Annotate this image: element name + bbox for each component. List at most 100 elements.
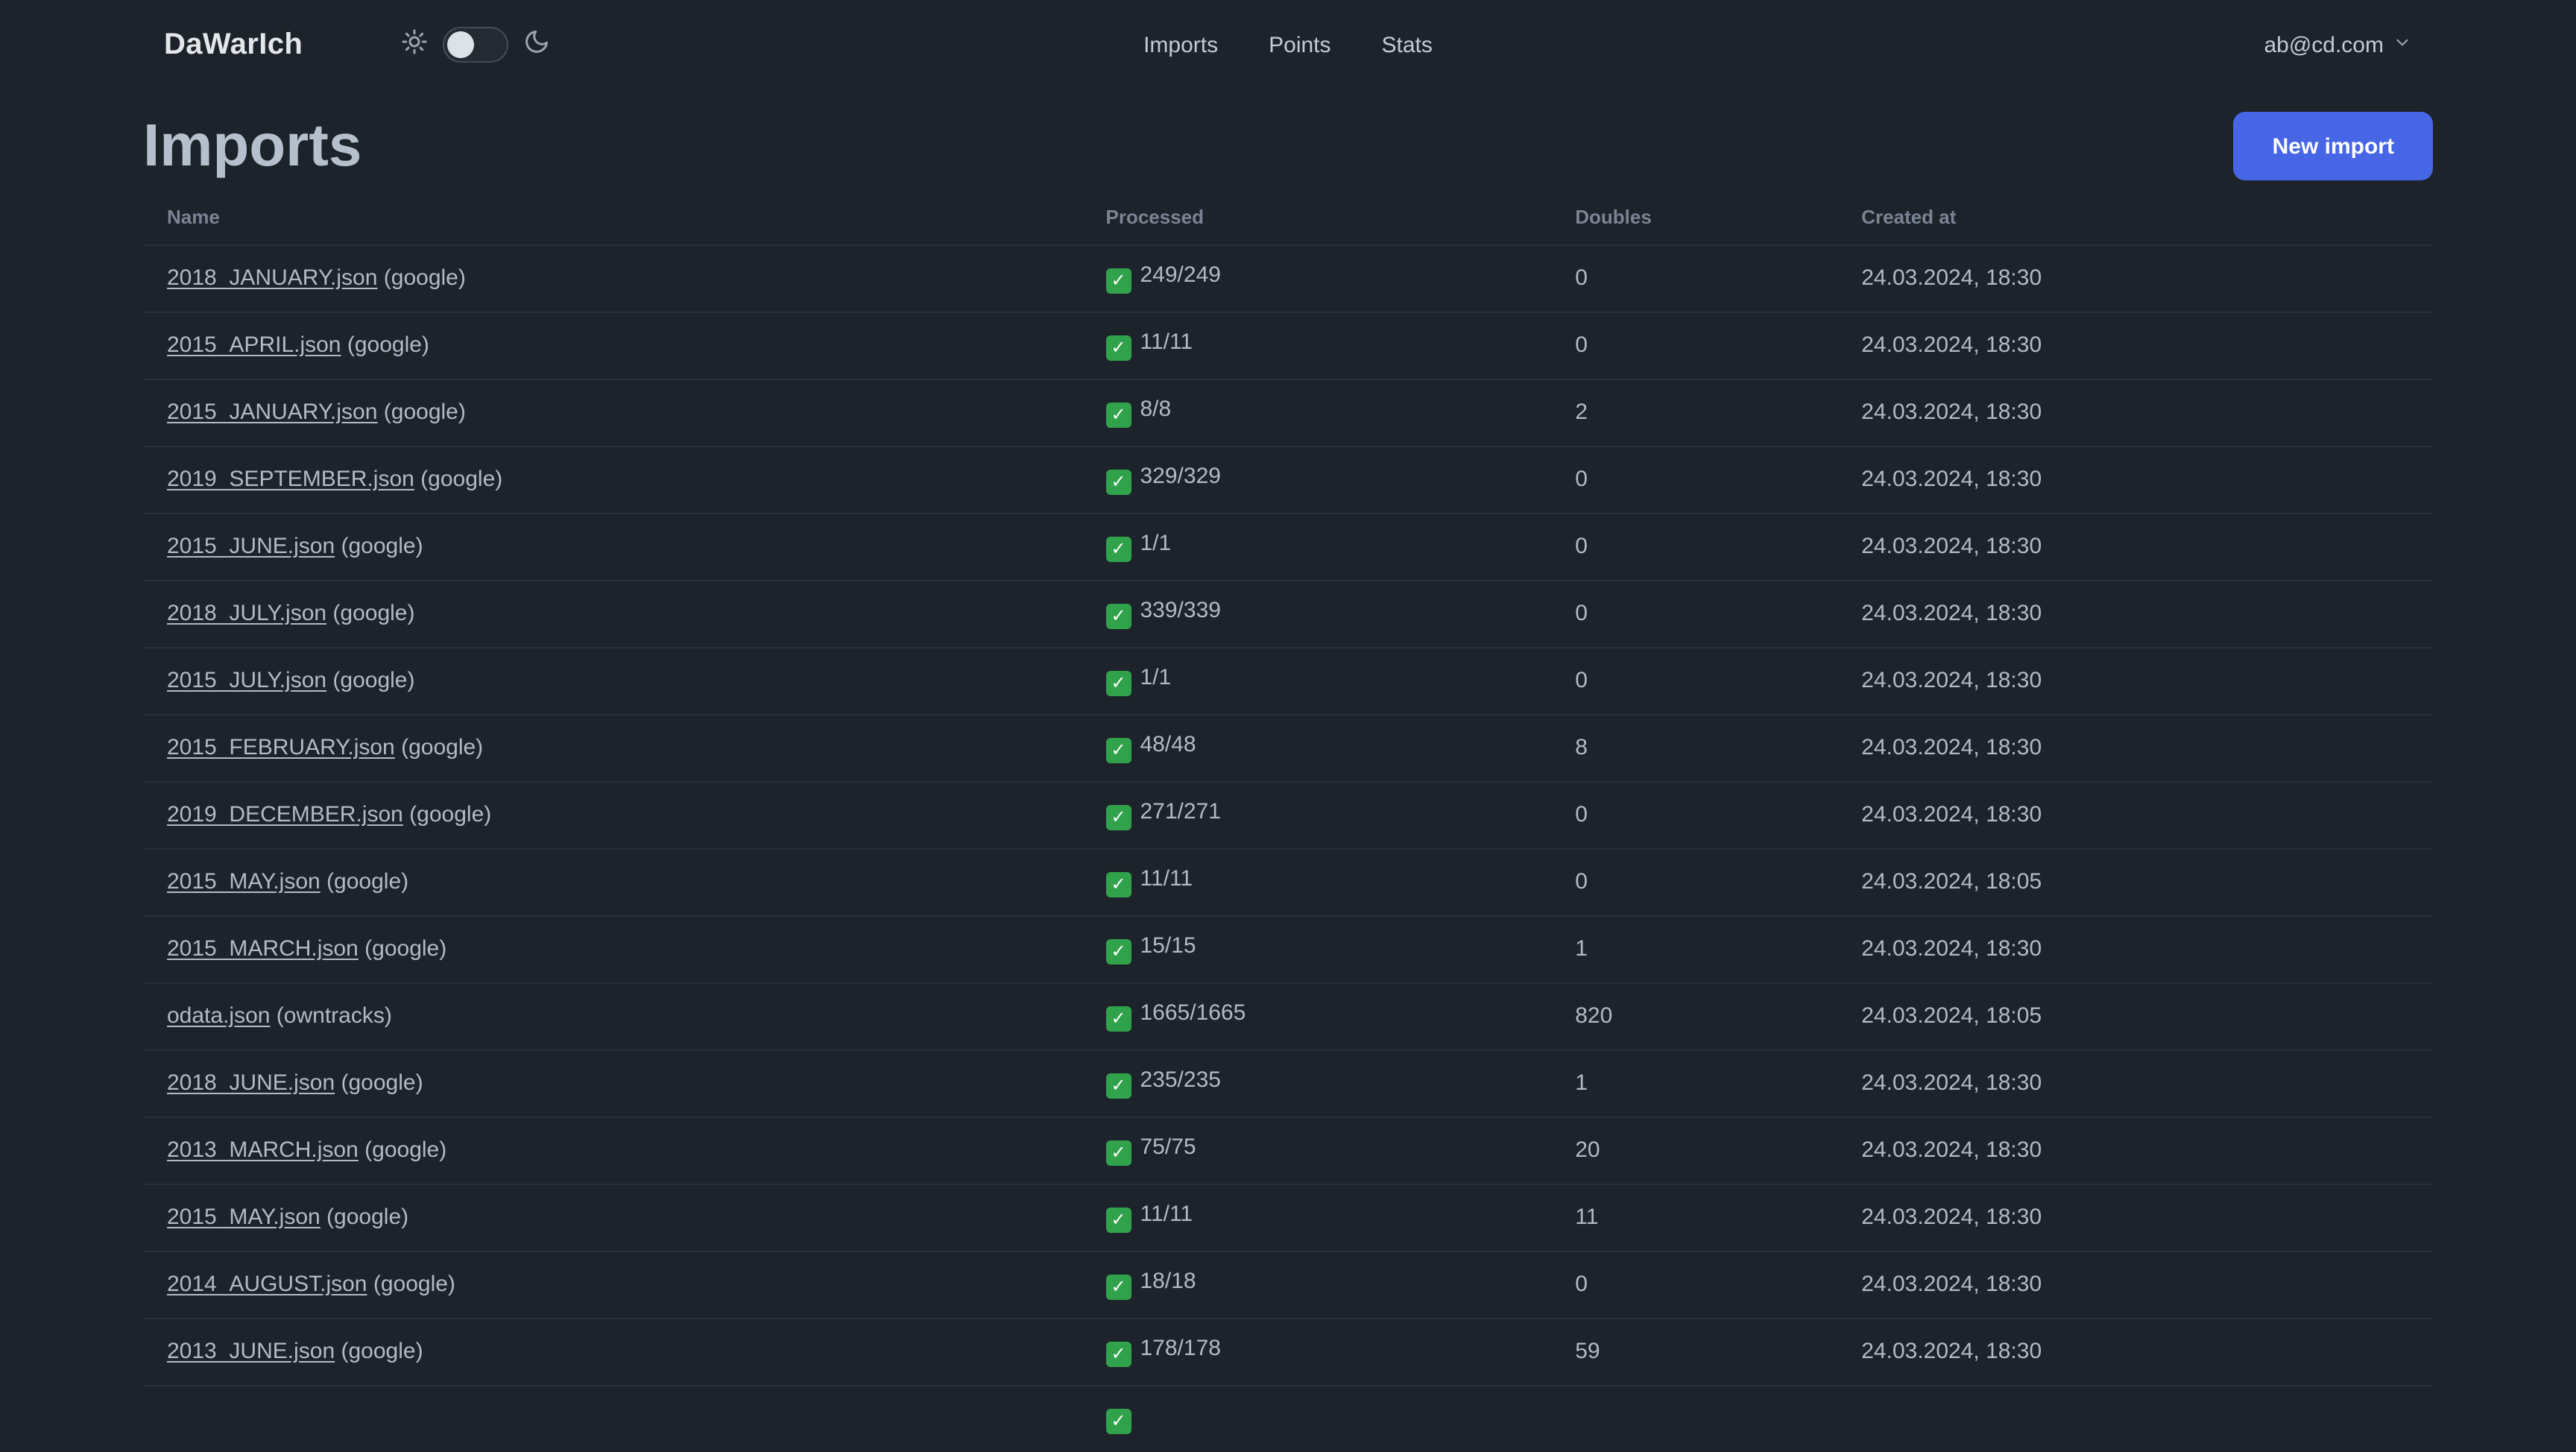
import-source-label: (google)	[335, 534, 423, 559]
import-file-link[interactable]: 2014_AUGUST.json	[167, 1272, 367, 1297]
doubles-cell: 11	[1551, 1183, 1838, 1251]
doubles-cell: 0	[1551, 646, 1838, 714]
doubles-cell: 0	[1551, 311, 1838, 379]
created-at-cell: 24.03.2024, 18:30	[1837, 780, 2433, 848]
success-check-icon: ✓	[1105, 671, 1131, 696]
success-check-icon: ✓	[1105, 939, 1131, 965]
import-file-link[interactable]: 2019_SEPTEMBER.json	[167, 467, 414, 492]
name-cell: 2018_JANUARY.json (google)	[143, 244, 1082, 312]
import-file-link[interactable]: odata.json	[167, 1003, 270, 1029]
doubles-cell: 1	[1551, 1049, 1838, 1117]
import-file-link[interactable]: 2018_JUNE.json	[167, 1070, 335, 1096]
success-check-icon: ✓	[1105, 470, 1131, 495]
table-row: 2019_DECEMBER.json (google) ✓ 271/271 0 2…	[143, 780, 2433, 848]
processed-cell: ✓ 11/11	[1082, 847, 1552, 915]
processed-count: 339/339	[1140, 598, 1221, 623]
processed-cell: ✓ 75/75	[1082, 1116, 1552, 1184]
import-file-link[interactable]: 2015_JULY.json	[167, 668, 326, 693]
app-logo[interactable]: DaWarIch	[164, 28, 303, 62]
nav-link-points[interactable]: Points	[1269, 32, 1330, 57]
table-row: 2015_MARCH.json (google) ✓ 15/15 1 24.03.…	[143, 915, 2433, 982]
name-cell: 2013_JUNE.json (google)	[143, 1317, 1082, 1385]
import-file-link[interactable]: 2013_JUNE.json	[167, 1339, 335, 1364]
table-row: 2015_FEBRUARY.json (google) ✓ 48/48 8 24.…	[143, 713, 2433, 781]
processed-count: 11/11	[1140, 1202, 1193, 1227]
created-at-cell: 24.03.2024, 18:30	[1837, 1116, 2433, 1184]
nav-link-imports[interactable]: Imports	[1143, 32, 1218, 57]
processed-cell: ✓ 8/8	[1082, 378, 1552, 446]
name-cell: 2015_JUNE.json (google)	[143, 512, 1082, 580]
table-row: 2015_JANUARY.json (google) ✓ 8/8 2 24.03.…	[143, 378, 2433, 446]
processed-count: 75/75	[1140, 1134, 1196, 1160]
name-cell: 2015_FEBRUARY.json (google)	[143, 713, 1082, 781]
theme-switcher	[401, 27, 550, 63]
name-cell	[143, 1384, 1082, 1452]
doubles-cell: 0	[1551, 512, 1838, 580]
chevron-down-icon	[2393, 32, 2412, 57]
column-header-created-at: Created at	[1861, 206, 1957, 229]
name-cell: 2015_MAY.json (google)	[143, 847, 1082, 915]
processed-cell: ✓ 48/48	[1082, 713, 1552, 781]
import-file-link[interactable]: 2013_MARCH.json	[167, 1137, 359, 1163]
sun-icon	[401, 28, 428, 62]
processed-cell: ✓ 15/15	[1082, 915, 1552, 982]
import-file-link[interactable]: 2015_MAY.json	[167, 1205, 321, 1230]
created-at-cell: 24.03.2024, 18:30	[1837, 1049, 2433, 1117]
name-cell: 2015_JANUARY.json (google)	[143, 378, 1082, 446]
success-check-icon: ✓	[1105, 537, 1131, 562]
doubles-cell	[1551, 1384, 1838, 1452]
import-source-label: (google)	[377, 265, 466, 291]
processed-cell: ✓ 249/249	[1082, 244, 1552, 312]
import-file-link[interactable]: 2018_JANUARY.json	[167, 265, 377, 291]
import-file-link[interactable]: 2015_JANUARY.json	[167, 400, 377, 425]
created-at-cell: 24.03.2024, 18:30	[1837, 579, 2433, 647]
name-cell: 2015_APRIL.json (google)	[143, 311, 1082, 379]
nav-link-stats[interactable]: Stats	[1382, 32, 1433, 57]
import-source-label: (google)	[358, 936, 447, 962]
processed-count: 48/48	[1140, 732, 1196, 757]
doubles-cell: 0	[1551, 1250, 1838, 1318]
created-at-cell	[1837, 1384, 2433, 1452]
success-check-icon: ✓	[1105, 1409, 1131, 1435]
import-source-label: (google)	[367, 1272, 455, 1297]
processed-cell: ✓ 11/11	[1082, 311, 1552, 379]
new-import-button[interactable]: New import	[2233, 112, 2433, 180]
processed-cell: ✓ 18/18	[1082, 1250, 1552, 1318]
import-file-link[interactable]: 2015_FEBRUARY.json	[167, 735, 395, 760]
import-file-link[interactable]: 2018_JULY.json	[167, 601, 326, 626]
processed-cell: ✓ 235/235	[1082, 1049, 1552, 1117]
import-source-label: (google)	[394, 735, 484, 760]
import-source-label: (google)	[326, 601, 415, 626]
theme-toggle-knob	[447, 31, 475, 58]
success-check-icon: ✓	[1105, 1342, 1131, 1367]
import-source-label: (google)	[320, 1205, 409, 1230]
doubles-cell: 8	[1551, 713, 1838, 781]
user-menu[interactable]: ab@cd.com	[2264, 32, 2412, 57]
import-file-link[interactable]: 2015_APRIL.json	[167, 332, 341, 358]
theme-toggle[interactable]	[443, 27, 509, 63]
doubles-cell: 820	[1551, 982, 1838, 1049]
name-cell: 2014_AUGUST.json (google)	[143, 1250, 1082, 1318]
processed-cell: ✓ 178/178	[1082, 1317, 1552, 1385]
table-row: 2013_JUNE.json (google) ✓ 178/178 59 24.0…	[143, 1317, 2433, 1385]
doubles-cell: 0	[1551, 244, 1838, 312]
table-row: 2015_APRIL.json (google) ✓ 11/11 0 24.03.…	[143, 311, 2433, 379]
processed-count: 1/1	[1140, 665, 1172, 690]
import-source-label: (google)	[402, 802, 492, 827]
import-source-label: (owntracks)	[270, 1003, 392, 1029]
import-file-link[interactable]: 2015_MARCH.json	[167, 936, 359, 962]
table-row: 2019_SEPTEMBER.json (google) ✓ 329/329 0 …	[143, 445, 2433, 513]
import-file-link[interactable]: 2015_MAY.json	[167, 869, 321, 894]
import-file-link[interactable]: 2019_DECEMBER.json	[167, 802, 403, 827]
created-at-cell: 24.03.2024, 18:30	[1837, 244, 2433, 312]
table-row: 2014_AUGUST.json (google) ✓ 18/18 0 24.03…	[143, 1250, 2433, 1318]
table-row: 2015_JULY.json (google) ✓ 1/1 0 24.03.202…	[143, 646, 2433, 714]
created-at-cell: 24.03.2024, 18:30	[1837, 311, 2433, 379]
table-row: 2015_MAY.json (google) ✓ 11/11 0 24.03.20…	[143, 847, 2433, 915]
created-at-cell: 24.03.2024, 18:30	[1837, 1317, 2433, 1385]
page-header: Imports New import	[143, 110, 2433, 182]
import-file-link[interactable]: 2015_JUNE.json	[167, 534, 335, 559]
processed-count: 329/329	[1140, 464, 1221, 489]
name-cell: 2015_MARCH.json (google)	[143, 915, 1082, 982]
processed-cell: ✓	[1082, 1384, 1552, 1452]
